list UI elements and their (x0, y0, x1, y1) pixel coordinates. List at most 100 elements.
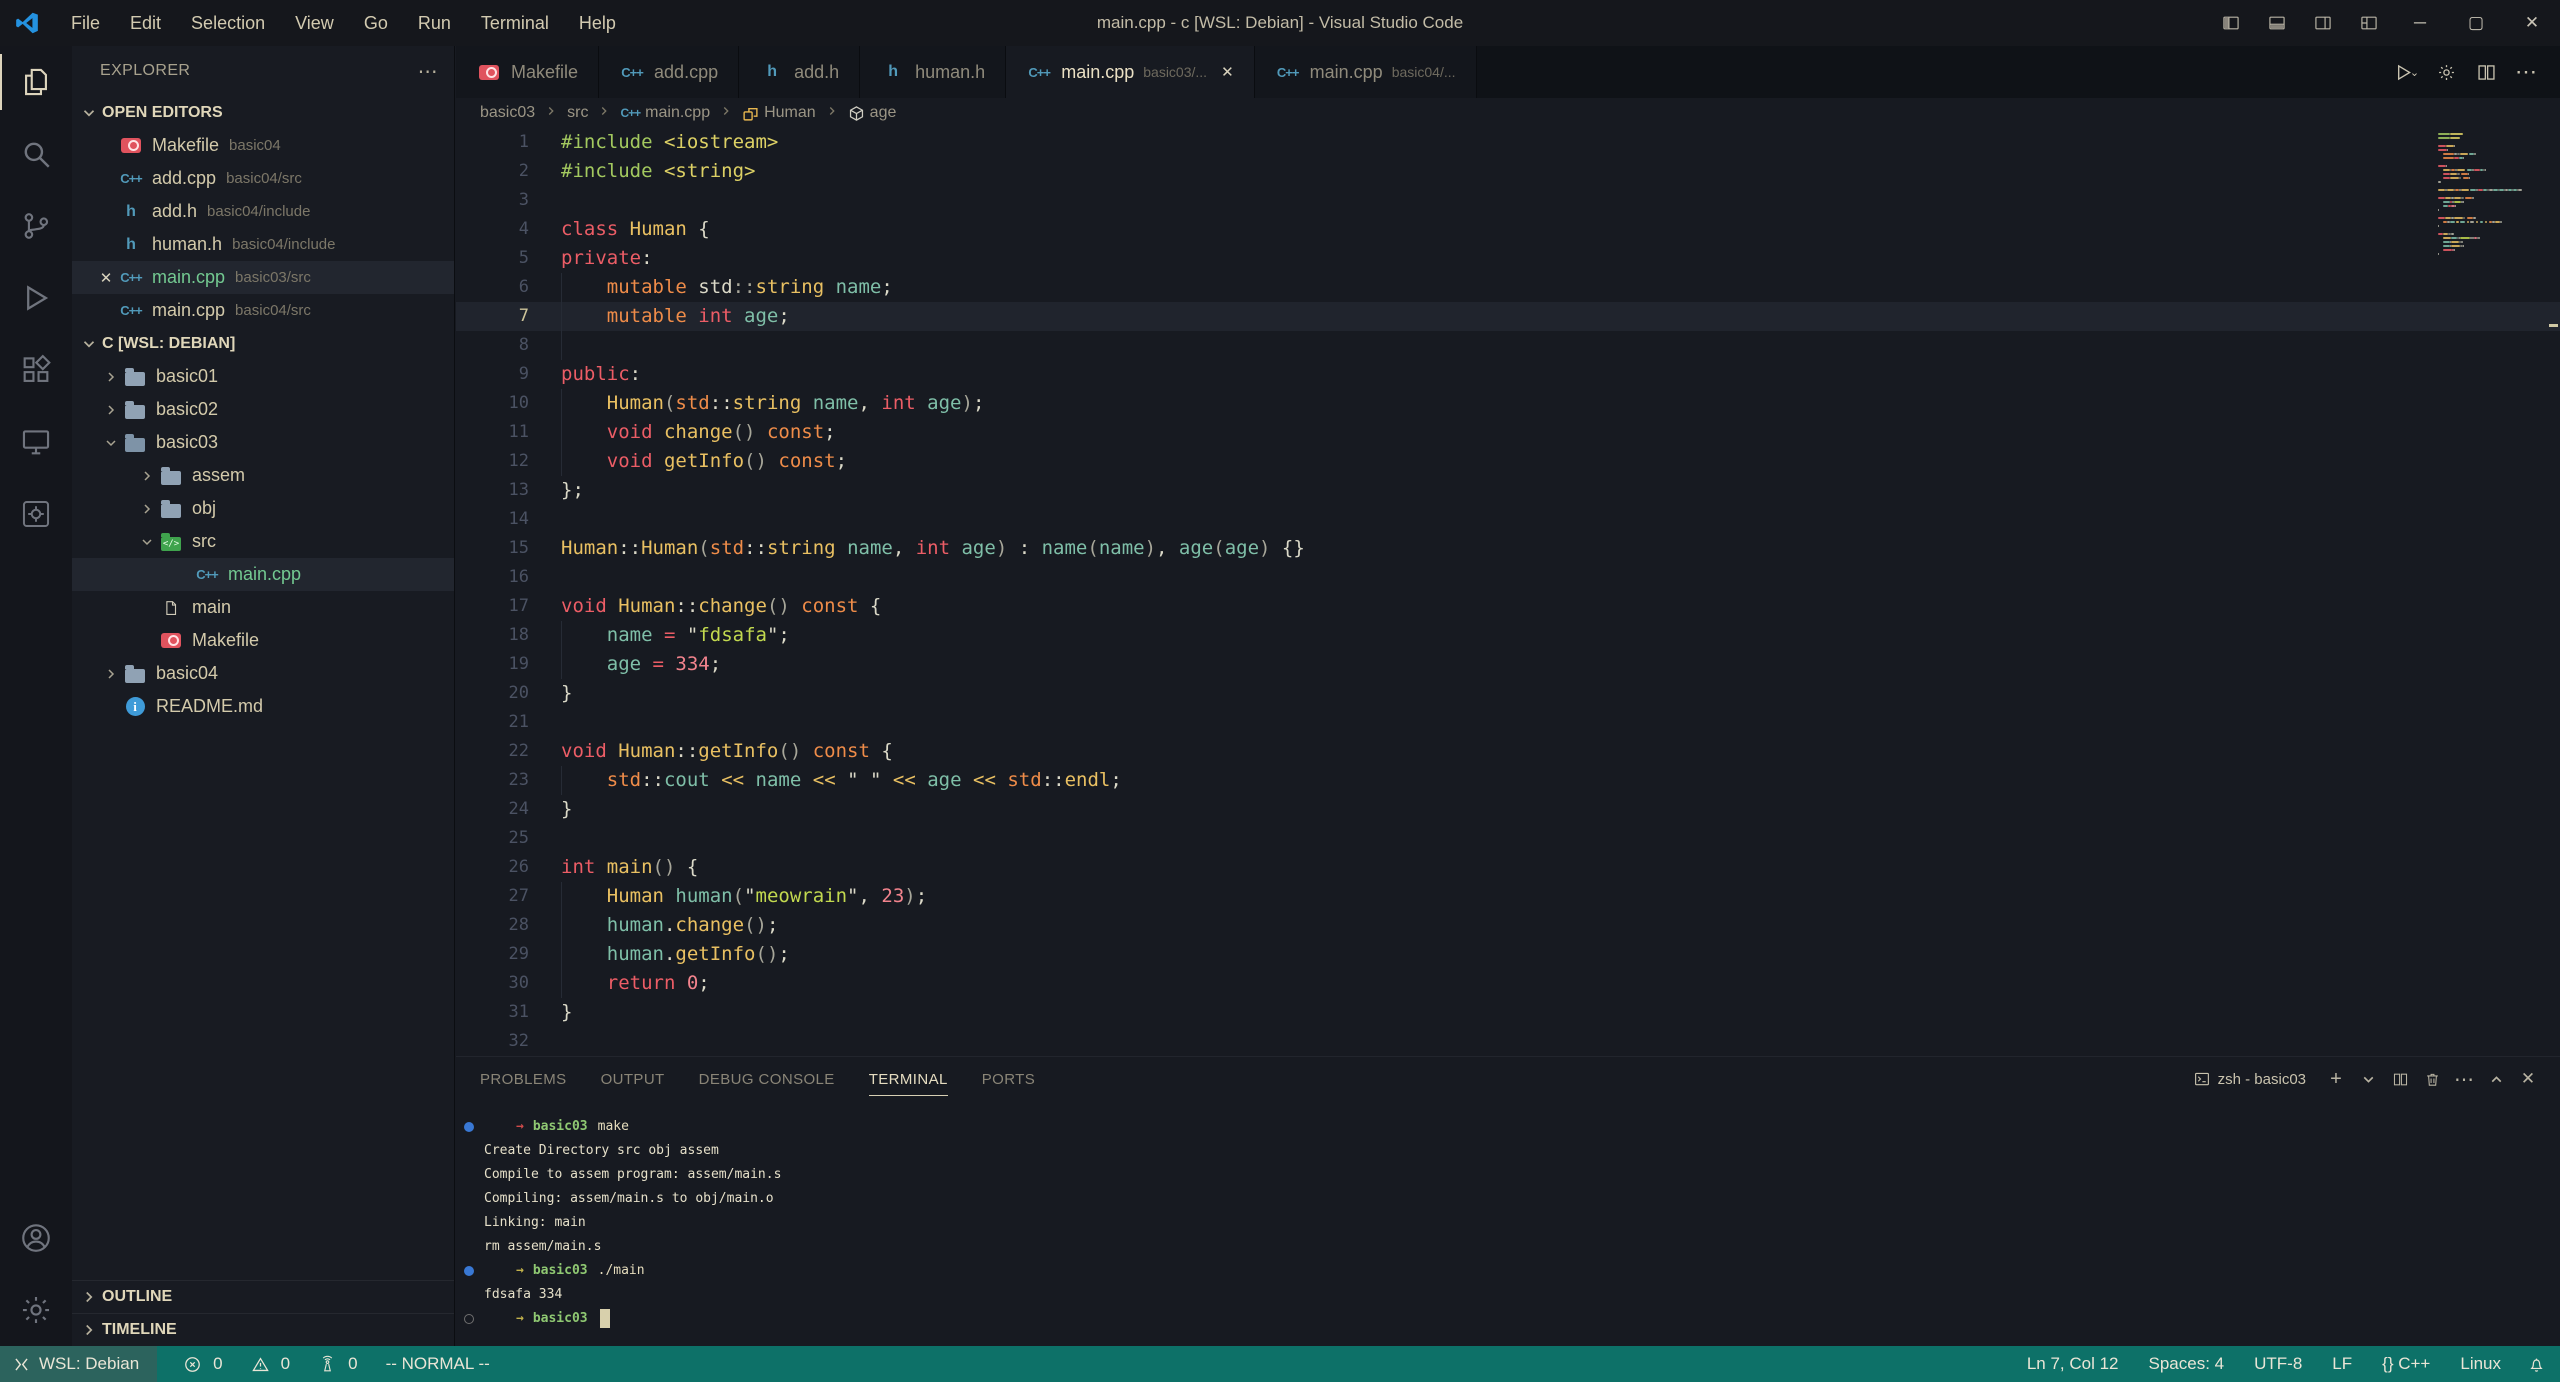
code-line[interactable]: 16 (456, 563, 2560, 592)
code-line[interactable]: 21 (456, 708, 2560, 737)
code-line[interactable]: 6 mutable std::string name; (456, 273, 2560, 302)
tree-item-main-cpp[interactable]: C++main.cpp (72, 558, 454, 591)
maximize-button[interactable]: ▢ (2448, 0, 2504, 46)
tree-item-makefile[interactable]: Makefile (72, 624, 454, 657)
toggle-secondary-sidebar-icon[interactable] (2300, 0, 2346, 46)
status-indentation[interactable]: Spaces: 4 (2149, 1354, 2225, 1374)
code-line[interactable]: 31} (456, 998, 2560, 1027)
activity-explorer-icon[interactable] (0, 46, 72, 118)
menu-run[interactable]: Run (403, 0, 466, 46)
tree-item-basic01[interactable]: basic01 (72, 360, 454, 393)
panel-tab-debug-console[interactable]: DEBUG CONSOLE (699, 1057, 835, 1101)
code-line[interactable]: 7 mutable int age; (456, 302, 2560, 331)
code-line[interactable]: 26int main() { (456, 853, 2560, 882)
code-line[interactable]: 5private: (456, 244, 2560, 273)
code-line[interactable]: 32 (456, 1027, 2560, 1056)
code-line[interactable]: 19 age = 334; (456, 650, 2560, 679)
panel-tab-terminal[interactable]: TERMINAL (869, 1057, 948, 1101)
code-line[interactable]: 17void Human::change() const { (456, 592, 2560, 621)
activity-tools-icon[interactable] (0, 478, 72, 550)
open-editors-header[interactable]: OPEN EDITORS (72, 96, 454, 129)
open-editor-item[interactable]: ✕C++main.cppbasic03/src (72, 261, 454, 294)
menu-go[interactable]: Go (349, 0, 403, 46)
activity-account[interactable] (0, 1202, 72, 1274)
timeline-section[interactable]: TIMELINE (72, 1313, 454, 1346)
menu-file[interactable]: File (56, 0, 115, 46)
tab-add-h[interactable]: hadd.h (739, 46, 860, 98)
code-line[interactable]: 13}; (456, 476, 2560, 505)
remote-indicator[interactable]: WSL: Debian (0, 1346, 157, 1382)
activity-remote-explorer-icon[interactable] (0, 406, 72, 478)
toggle-sidebar-icon[interactable] (2208, 0, 2254, 46)
explorer-more-actions-icon[interactable]: ⋯ (418, 59, 438, 84)
panel-tab-output[interactable]: OUTPUT (601, 1057, 665, 1101)
tree-item-src[interactable]: src (72, 525, 454, 558)
code-editor[interactable]: 1#include <iostream>2#include <string>34… (456, 128, 2560, 1056)
code-line[interactable]: 8 (456, 331, 2560, 360)
menu-view[interactable]: View (280, 0, 349, 46)
open-editor-item[interactable]: hhuman.hbasic04/include (72, 228, 454, 261)
terminal-shell-selector[interactable]: zsh - basic03 (2193, 1070, 2306, 1088)
tab-human-h[interactable]: hhuman.h (860, 46, 1006, 98)
menu-selection[interactable]: Selection (176, 0, 280, 46)
code-line[interactable]: 28 human.change(); (456, 911, 2560, 940)
code-line[interactable]: 4class Human { (456, 215, 2560, 244)
tree-item-main[interactable]: main (72, 591, 454, 624)
tree-item-basic02[interactable]: basic02 (72, 393, 454, 426)
code-line[interactable]: 2#include <string> (456, 157, 2560, 186)
notifications-bell-icon[interactable] (2527, 1355, 2546, 1374)
code-line[interactable]: 25 (456, 824, 2560, 853)
activity-settings-gear[interactable] (0, 1274, 72, 1346)
minimize-button[interactable]: ─ (2392, 0, 2448, 46)
menu-edit[interactable]: Edit (115, 0, 176, 46)
panel-tab-ports[interactable]: PORTS (982, 1057, 1035, 1101)
code-line[interactable]: 14 (456, 505, 2560, 534)
tab-main-cpp[interactable]: C++main.cppbasic04/... (1255, 46, 1477, 98)
activity-search-icon[interactable] (0, 118, 72, 190)
panel-tab-problems[interactable]: PROBLEMS (480, 1057, 567, 1101)
terminal[interactable]: →basic03makeCreate Directory src obj ass… (456, 1101, 2560, 1331)
status-eol[interactable]: LF (2332, 1354, 2352, 1374)
code-line[interactable]: 20} (456, 679, 2560, 708)
tree-item-assem[interactable]: assem (72, 459, 454, 492)
tree-item-readme-md[interactable]: iREADME.md (72, 690, 454, 723)
breadcrumb-item-src[interactable]: src (567, 104, 588, 122)
customize-layout-icon[interactable] (2346, 0, 2392, 46)
new-terminal-icon[interactable]: + (2320, 1061, 2352, 1097)
tab-close-icon[interactable]: ✕ (1221, 63, 1234, 81)
kill-terminal-icon[interactable] (2416, 1061, 2448, 1097)
status-encoding[interactable]: UTF-8 (2254, 1354, 2302, 1374)
tree-item-obj[interactable]: obj (72, 492, 454, 525)
code-line[interactable]: 30 return 0; (456, 969, 2560, 998)
tab-add-cpp[interactable]: C++add.cpp (599, 46, 739, 98)
breadcrumb-item-main-cpp[interactable]: C++main.cpp (620, 104, 710, 122)
close-panel-icon[interactable]: ✕ (2512, 1061, 2544, 1097)
menu-help[interactable]: Help (564, 0, 631, 46)
code-line[interactable]: 24} (456, 795, 2560, 824)
menu-terminal[interactable]: Terminal (466, 0, 564, 46)
run-button[interactable]: ⌄ (2386, 46, 2426, 98)
activity-extensions-icon[interactable] (0, 334, 72, 406)
tree-item-basic03[interactable]: basic03 (72, 426, 454, 459)
code-line[interactable]: 10 Human(std::string name, int age); (456, 389, 2560, 418)
status-warning-icon[interactable]: 0 (251, 1354, 290, 1374)
split-terminal-icon[interactable] (2384, 1061, 2416, 1097)
code-line[interactable]: 9public: (456, 360, 2560, 389)
workspace-header[interactable]: C [WSL: DEBIAN] (72, 327, 454, 360)
status-radio-tower-icon[interactable]: 0 (318, 1354, 357, 1374)
open-editor-item[interactable]: C++add.cppbasic04/src (72, 162, 454, 195)
code-line[interactable]: 18 name = "fdsafa"; (456, 621, 2560, 650)
code-line[interactable]: 22void Human::getInfo() const { (456, 737, 2560, 766)
code-line[interactable]: 1#include <iostream> (456, 128, 2560, 157)
open-editor-item[interactable]: hadd.hbasic04/include (72, 195, 454, 228)
activity-source-control-icon[interactable] (0, 190, 72, 262)
close-button[interactable]: ✕ (2504, 0, 2560, 46)
code-line[interactable]: 27 Human human("meowrain", 23); (456, 882, 2560, 911)
terminal-dropdown-icon[interactable] (2352, 1061, 2384, 1097)
minimap[interactable] (2438, 132, 2546, 260)
outline-section[interactable]: OUTLINE (72, 1280, 454, 1313)
gear-icon[interactable] (2426, 46, 2466, 98)
open-editor-item[interactable]: C++main.cppbasic04/src (72, 294, 454, 327)
breadcrumb-item-human[interactable]: Human (742, 104, 816, 122)
activity-run-debug-icon[interactable] (0, 262, 72, 334)
